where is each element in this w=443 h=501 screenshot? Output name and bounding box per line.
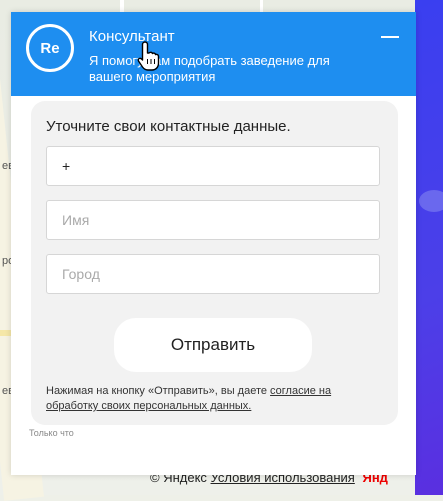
chat-subtitle: Я помогу вам подобрать заведение для ваш… <box>89 53 330 84</box>
city-field[interactable] <box>46 254 380 294</box>
accent-dot <box>419 190 443 212</box>
chat-title: Консультант <box>89 28 175 45</box>
map-road <box>260 0 263 12</box>
map-road <box>120 0 124 12</box>
message-bubble: Уточните свои контактные данные. Отправи… <box>31 101 398 425</box>
submit-button[interactable]: Отправить <box>114 318 312 372</box>
chat-widget: Re Консультант Я помогу вам подобрать за… <box>11 12 416 475</box>
avatar: Re <box>26 24 74 72</box>
phone-field[interactable] <box>46 146 380 186</box>
consent-text: Нажимая на кнопку «Отправить», вы даете … <box>46 384 386 414</box>
hand-cursor-icon <box>137 41 160 71</box>
message-timestamp: Только что <box>29 428 74 438</box>
name-field[interactable] <box>46 200 380 240</box>
chat-header: Re Консультант Я помогу вам подобрать за… <box>11 12 416 96</box>
page-accent-strip <box>415 0 443 495</box>
consent-prefix: Нажимая на кнопку «Отправить», вы даете <box>46 385 271 397</box>
form-prompt: Уточните свои контактные данные. <box>46 118 291 135</box>
minimize-icon[interactable] <box>381 36 399 38</box>
